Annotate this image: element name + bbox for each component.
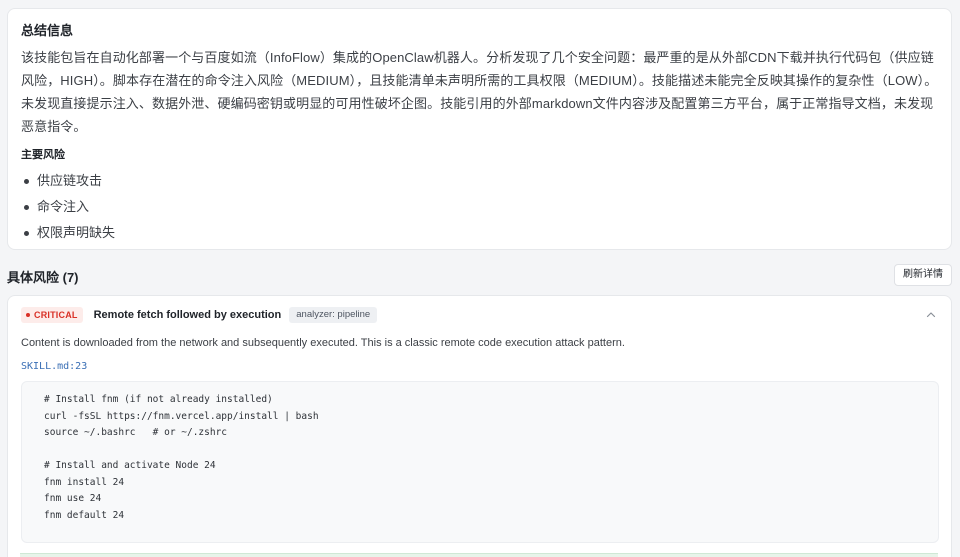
chevron-up-icon[interactable] xyxy=(924,308,938,322)
summary-text: 该技能包旨在自动化部署一个与百度如流（InfoFlow）集成的OpenClaw机… xyxy=(21,50,938,134)
code-line: curl -fsSL https://fnm.vercel.app/instal… xyxy=(44,410,319,422)
code-line: # Install and activate Node 24 xyxy=(44,460,216,471)
bullet-icon xyxy=(24,205,29,210)
finding-card: CRITICAL Remote fetch followed by execut… xyxy=(7,295,952,557)
list-item: 命令注入 xyxy=(21,194,938,220)
finding-title: Remote fetch followed by execution xyxy=(93,309,282,321)
list-item: 供应链攻击 xyxy=(21,168,938,194)
next-section-edge xyxy=(20,553,938,557)
risk-label: 命令注入 xyxy=(37,199,90,214)
findings-section-title: 具体风险 (7) xyxy=(7,270,79,285)
finding-header[interactable]: CRITICAL Remote fetch followed by execut… xyxy=(21,296,938,334)
severity-badge: CRITICAL xyxy=(21,307,83,323)
main-risks-title: 主要风险 xyxy=(21,149,65,161)
list-item: 权限声明缺失 xyxy=(21,220,938,246)
code-line: fnm default 24 xyxy=(44,509,125,521)
severity-label: CRITICAL xyxy=(34,310,78,320)
main-risks-list: 供应链攻击 命令注入 权限声明缺失 xyxy=(21,168,938,246)
summary-title: 总结信息 xyxy=(21,23,74,38)
dot-icon xyxy=(26,313,30,317)
refresh-details-button[interactable]: 刷新详情 xyxy=(894,264,952,286)
analyzer-tag: analyzer: pipeline xyxy=(289,307,378,323)
file-location-link[interactable]: SKILL.md:23 xyxy=(21,361,87,372)
code-line: # Install fnm (if not already installed) xyxy=(44,394,273,405)
code-block: # Install fnm (if not already installed)… xyxy=(21,381,939,543)
code-line: fnm install 24 xyxy=(44,476,125,488)
summary-card: 总结信息 该技能包旨在自动化部署一个与百度如流（InfoFlow）集成的Open… xyxy=(7,8,952,250)
findings-section-header: 具体风险 (7) 刷新详情 xyxy=(7,264,952,286)
bullet-icon xyxy=(24,179,29,184)
bullet-icon xyxy=(24,231,29,236)
risk-label: 供应链攻击 xyxy=(37,173,103,188)
risk-label: 权限声明缺失 xyxy=(37,225,116,240)
finding-description: Content is downloaded from the network a… xyxy=(21,337,625,349)
code-line: source ~/.bashrc # or ~/.zshrc xyxy=(44,427,228,438)
code-line: fnm use 24 xyxy=(44,493,102,504)
